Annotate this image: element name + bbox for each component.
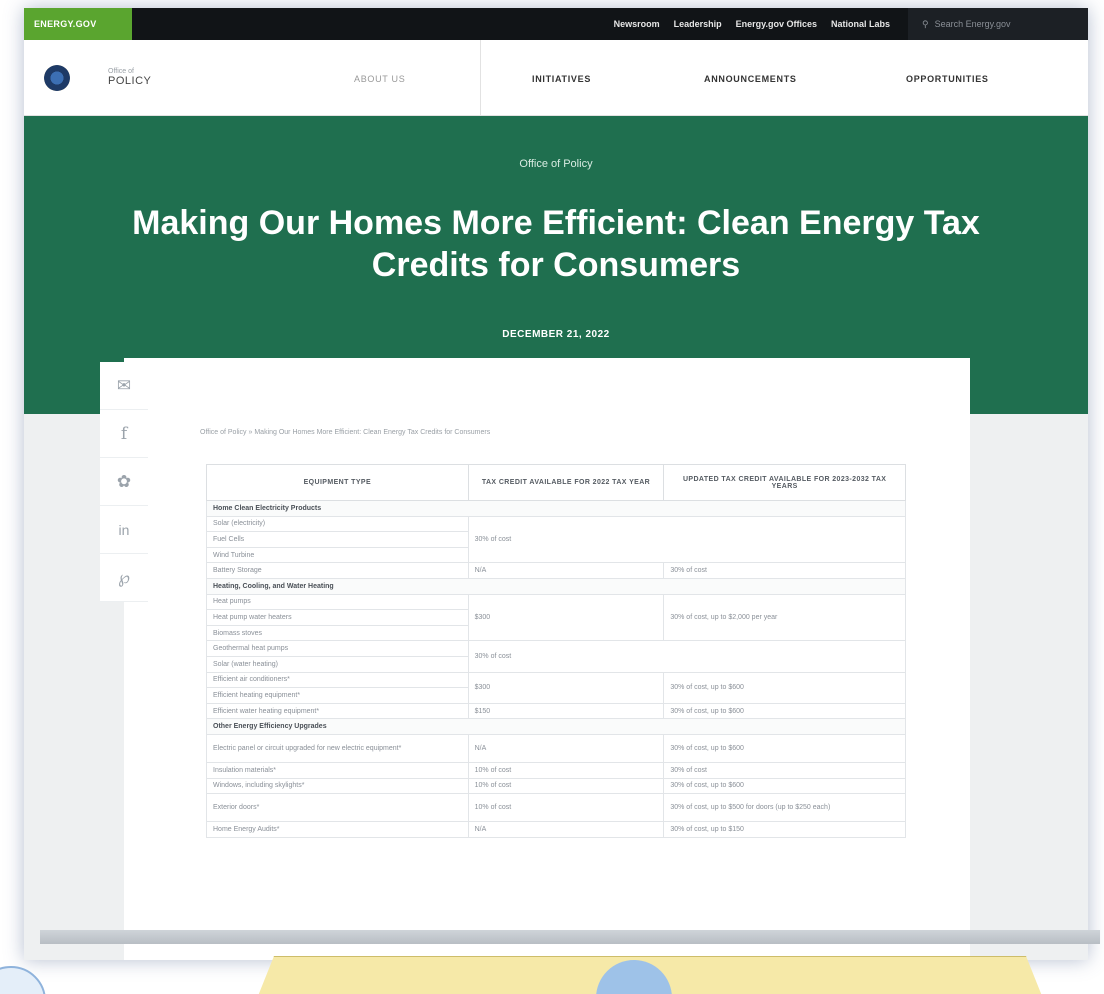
section-heating-cooling: Heating, Cooling, and Water Heating bbox=[206, 577, 906, 595]
row-fuel-cells: Fuel Cells bbox=[206, 531, 469, 548]
row-solar-water: Solar (water heating) bbox=[206, 655, 469, 673]
row-hp-water-heaters: Heat pump water heaters bbox=[206, 609, 469, 626]
cell-waterheat-2022: $150 bbox=[467, 702, 665, 720]
office-label-big: POLICY bbox=[108, 75, 152, 88]
utility-links: Newsroom Leadership Energy.gov Offices N… bbox=[614, 19, 908, 29]
energy-gov-logo[interactable]: ENERGY.GOV bbox=[24, 8, 132, 40]
cell-30pct-merged: 30% of cost bbox=[467, 515, 907, 564]
cell-windows-2022: 10% of cost bbox=[467, 777, 665, 795]
row-battery: Battery Storage bbox=[206, 562, 469, 579]
utility-link-newsroom[interactable]: Newsroom bbox=[614, 19, 660, 29]
cell-insulation-2022: 10% of cost bbox=[467, 761, 665, 779]
twitter-share-icon[interactable]: ✿ bbox=[100, 458, 148, 506]
cell-heatpump-2023: 30% of cost, up to $2,000 per year bbox=[663, 593, 906, 642]
tax-credit-table: EQUIPMENT TYPE TAX CREDIT AVAILABLE FOR … bbox=[206, 464, 907, 838]
breadcrumb[interactable]: Office of Policy » Making Our Homes More… bbox=[200, 429, 490, 436]
main-nav: Office of POLICY ABOUT US INITIATIVES AN… bbox=[24, 40, 1088, 116]
header-equipment-type: EQUIPMENT TYPE bbox=[206, 464, 469, 501]
row-geothermal: Geothermal heat pumps bbox=[206, 640, 469, 657]
cell-panel-2022: N/A bbox=[467, 733, 665, 763]
cell-audits-2023: 30% of cost, up to $150 bbox=[663, 821, 906, 838]
facebook-share-icon[interactable]: f bbox=[100, 410, 148, 458]
nav-announcements[interactable]: ANNOUNCEMENTS bbox=[704, 74, 797, 84]
row-biomass: Biomass stoves bbox=[206, 624, 469, 642]
pinterest-share-icon[interactable]: ℘ bbox=[100, 554, 148, 602]
utility-link-offices[interactable]: Energy.gov Offices bbox=[736, 19, 817, 29]
header-2023-credit: UPDATED TAX CREDIT AVAILABLE FOR 2023-20… bbox=[663, 464, 906, 501]
cell-waterheat-2023: 30% of cost, up to $600 bbox=[663, 702, 906, 720]
row-solar: Solar (electricity) bbox=[206, 515, 469, 533]
search-icon: ⚲ bbox=[922, 18, 929, 29]
cell-ac-2022: $300 bbox=[467, 671, 665, 704]
nav-initiatives[interactable]: INITIATIVES bbox=[532, 74, 591, 84]
row-electric-panel: Electric panel or circuit upgraded for n… bbox=[206, 733, 469, 763]
publish-date: DECEMBER 21, 2022 bbox=[502, 329, 610, 340]
row-heating-equipment: Efficient heating equipment* bbox=[206, 687, 469, 704]
nav-opportunities[interactable]: OPPORTUNITIES bbox=[906, 74, 989, 84]
cell-doors-2022: 10% of cost bbox=[467, 793, 665, 823]
cell-heatpump-2022: $300 bbox=[467, 593, 665, 642]
section-clean-electricity: Home Clean Electricity Products bbox=[206, 500, 906, 517]
cell-geo-merged: 30% of cost bbox=[467, 640, 907, 673]
cell-ac-2023: 30% of cost, up to $600 bbox=[663, 671, 906, 704]
utility-bar: ENERGY.GOV Newsroom Leadership Energy.go… bbox=[24, 8, 1088, 40]
nav-divider bbox=[480, 40, 481, 116]
utility-link-labs[interactable]: National Labs bbox=[831, 19, 890, 29]
header-2022-credit: TAX CREDIT AVAILABLE FOR 2022 TAX YEAR bbox=[467, 464, 665, 501]
section-other-upgrades: Other Energy Efficiency Upgrades bbox=[206, 718, 906, 735]
cell-insulation-2023: 30% of cost bbox=[663, 761, 906, 779]
email-share-icon[interactable]: ✉ bbox=[100, 362, 148, 410]
row-energy-audits: Home Energy Audits* bbox=[206, 821, 469, 838]
row-water-heating: Efficient water heating equipment* bbox=[206, 702, 469, 720]
cell-battery-2022: N/A bbox=[467, 562, 665, 579]
search-input[interactable]: ⚲ Search Energy.gov bbox=[908, 8, 1088, 40]
row-air-conditioners: Efficient air conditioners* bbox=[206, 671, 469, 689]
row-insulation: Insulation materials* bbox=[206, 761, 469, 779]
office-logo[interactable]: Office of POLICY bbox=[108, 68, 151, 88]
office-label-small: Office of bbox=[108, 67, 134, 75]
cell-panel-2023: 30% of cost, up to $600 bbox=[663, 733, 906, 763]
cell-audits-2022: N/A bbox=[467, 821, 665, 838]
browser-page: ENERGY.GOV Newsroom Leadership Energy.go… bbox=[24, 8, 1088, 960]
decorative-ring bbox=[0, 966, 46, 994]
cell-battery-2023: 30% of cost bbox=[663, 562, 906, 579]
bottom-shadow-bar bbox=[40, 930, 1100, 944]
cell-windows-2023: 30% of cost, up to $600 bbox=[663, 777, 906, 795]
row-wind: Wind Turbine bbox=[206, 546, 469, 564]
cell-doors-2023: 30% of cost, up to $500 for doors (up to… bbox=[663, 793, 906, 823]
doe-seal-icon[interactable] bbox=[44, 64, 70, 91]
hero-eyebrow[interactable]: Office of Policy bbox=[24, 158, 1088, 170]
linkedin-share-icon[interactable]: in bbox=[100, 506, 148, 554]
page-title: Making Our Homes More Efficient: Clean E… bbox=[132, 204, 980, 284]
search-placeholder: Search Energy.gov bbox=[934, 19, 1011, 29]
utility-link-leadership[interactable]: Leadership bbox=[674, 19, 722, 29]
share-bar: ✉ f ✿ in ℘ bbox=[100, 362, 148, 602]
nav-about-us[interactable]: ABOUT US bbox=[354, 74, 405, 84]
row-heat-pumps: Heat pumps bbox=[206, 593, 469, 611]
row-exterior-doors: Exterior doors* bbox=[206, 793, 469, 823]
row-windows: Windows, including skylights* bbox=[206, 777, 469, 795]
